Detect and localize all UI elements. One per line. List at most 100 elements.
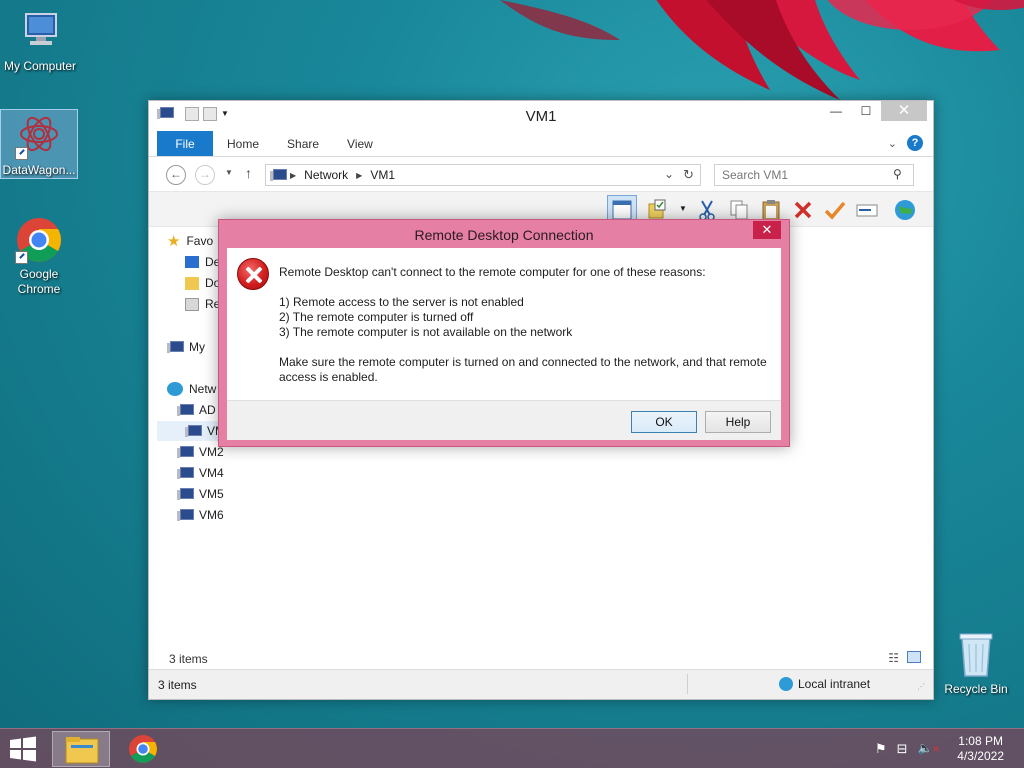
reason-1: 1) Remote access to the server is not en… — [279, 295, 524, 309]
nav-item-vm2[interactable]: VM2 — [177, 442, 224, 462]
computer-icon — [167, 340, 184, 354]
action-center-flag-icon[interactable]: ⚑ — [875, 741, 887, 757]
search-input[interactable]: Search VM1 — [714, 164, 914, 186]
security-zone-label: Local intranet — [798, 677, 871, 691]
network-computer-icon — [177, 487, 194, 501]
nav-item-favorites[interactable]: ★ Favo — [167, 231, 213, 251]
nav-item-my-computer[interactable]: My — [167, 337, 205, 357]
dialog-close-button[interactable]: ✕ — [753, 221, 781, 239]
network-tray-icon[interactable]: ⊟ — [897, 741, 908, 757]
nav-item-label: VM6 — [199, 508, 224, 522]
tab-home[interactable]: Home — [213, 131, 273, 156]
taskbar-chrome[interactable] — [114, 731, 172, 767]
advice-line-1: Make sure the remote computer is turned … — [279, 355, 767, 369]
explorer-titlebar[interactable]: ▼ VM1 — ☐ ✕ — [149, 101, 933, 131]
dialog-body: Remote Desktop can't connect to the remo… — [227, 248, 781, 400]
desktop-icon-label: My Computer — [3, 59, 77, 73]
rename-icon[interactable] — [855, 198, 879, 222]
search-icon: ⚲ — [893, 167, 902, 181]
delete-icon[interactable] — [791, 198, 815, 222]
tab-share[interactable]: Share — [273, 131, 333, 156]
nav-item-vm4[interactable]: VM4 — [177, 463, 224, 483]
nav-item-label: VM2 — [199, 445, 224, 459]
network-computer-icon — [177, 508, 194, 522]
shortcut-arrow-icon — [15, 251, 28, 264]
help-button[interactable]: Help — [705, 411, 771, 433]
refresh-icon[interactable]: ↻ — [683, 167, 694, 183]
chevron-down-icon[interactable]: ▼ — [679, 204, 687, 213]
breadcrumb-network[interactable]: Network — [300, 168, 352, 182]
recent-locations-icon[interactable]: ▼ — [225, 168, 233, 177]
help-icon[interactable]: ? — [907, 135, 923, 151]
view-switcher: ☷ — [888, 651, 921, 665]
nav-item-downloads[interactable]: Do — [185, 273, 220, 293]
chrome-icon — [15, 216, 63, 264]
desktop-icon-my-computer[interactable]: My Computer — [1, 8, 79, 74]
desktop-icon-datawagon[interactable]: DataWagon... — [0, 109, 78, 179]
nav-item-label: Favo — [186, 234, 214, 248]
nav-item-recent[interactable]: Re — [185, 294, 220, 314]
network-computer-icon — [177, 466, 194, 480]
address-row: ← → ▼ ↑ ▶ Network ▶ VM1 ⌄ ↻ Search VM1 ⚲ — [149, 157, 933, 191]
address-bar[interactable]: ▶ Network ▶ VM1 ⌄ ↻ — [265, 164, 701, 186]
forward-button[interactable]: → — [195, 165, 215, 185]
ribbon-right: ⌄ ? — [888, 135, 923, 151]
nav-item-label: Netw — [189, 382, 217, 396]
up-arrow-icon[interactable]: ↑ — [245, 165, 252, 181]
taskbar-file-explorer[interactable] — [52, 731, 110, 767]
network-computer-icon — [177, 403, 194, 417]
status-items: 3 items — [158, 678, 197, 692]
reason-3: 3) The remote computer is not available … — [279, 325, 573, 339]
nav-item-label: AD — [199, 403, 216, 417]
nav-item-vm6[interactable]: VM6 — [177, 505, 224, 525]
system-tray: ⚑ ⊟ 🔈✕ — [875, 741, 940, 757]
nav-item-ad[interactable]: AD — [177, 400, 216, 420]
nav-item-desktop[interactable]: De — [185, 252, 220, 272]
desktop-icon-google-chrome[interactable]: Google Chrome — [0, 216, 78, 297]
maximize-button[interactable]: ☐ — [851, 101, 881, 121]
window-title: VM1 — [525, 108, 557, 125]
resize-grip-icon[interactable]: ⋰ — [917, 682, 925, 691]
back-button[interactable]: ← — [166, 165, 186, 185]
globe-icon[interactable] — [893, 198, 917, 222]
nav-item-label: My — [189, 340, 205, 354]
volume-muted-icon[interactable]: 🔈✕ — [918, 741, 941, 757]
ribbon-tabs: File Home Share View ⌄ ? — [149, 131, 933, 157]
address-dropdown-icon[interactable]: ⌄ — [664, 167, 674, 181]
expand-ribbon-icon[interactable]: ⌄ — [888, 137, 897, 150]
nav-item-network[interactable]: Netw — [167, 379, 216, 399]
breadcrumb-vm1[interactable]: VM1 — [366, 168, 399, 182]
clock-time: 1:08 PM — [958, 734, 1003, 748]
desktop-icon-label: Google Chrome — [17, 267, 61, 296]
nav-item-vm5[interactable]: VM5 — [177, 484, 224, 504]
taskbar-clock[interactable]: 1:08 PM 4/3/2022 — [957, 734, 1004, 764]
nav-item-label: VM4 — [199, 466, 224, 480]
taskbar: ⚑ ⊟ 🔈✕ 1:08 PM 4/3/2022 — [0, 728, 1024, 768]
large-icons-view-icon[interactable] — [907, 651, 921, 663]
reason-2: 2) The remote computer is turned off — [279, 310, 474, 324]
details-view-icon[interactable]: ☷ — [888, 651, 899, 665]
dialog-title: Remote Desktop Connection — [414, 227, 594, 243]
recycle-bin-label: Recycle Bin — [944, 682, 1008, 696]
chrome-icon — [129, 735, 157, 763]
minimize-button[interactable]: — — [821, 101, 851, 121]
nav-item-label: VM5 — [199, 487, 224, 501]
ok-button[interactable]: OK — [631, 411, 697, 433]
network-computer-icon — [177, 445, 194, 459]
close-button[interactable]: ✕ — [881, 101, 927, 121]
error-icon — [237, 258, 269, 290]
start-button[interactable] — [8, 736, 38, 762]
breadcrumb-separator-icon[interactable]: ▶ — [286, 171, 300, 180]
tab-file[interactable]: File — [157, 131, 213, 156]
dialog-titlebar[interactable]: Remote Desktop Connection ✕ — [219, 220, 789, 248]
tab-view[interactable]: View — [333, 131, 387, 156]
network-icon — [167, 382, 183, 396]
status-bar: 3 items Local intranet ⋰ — [149, 669, 933, 699]
breadcrumb-separator-icon[interactable]: ▶ — [352, 171, 366, 180]
desktop-icon-recycle-bin[interactable]: Recycle Bin — [940, 630, 1012, 696]
network-computer-icon — [270, 168, 287, 182]
intranet-globe-icon — [779, 677, 793, 691]
status-divider — [687, 674, 688, 694]
items-count: 3 items — [169, 652, 208, 666]
checkmark-icon[interactable] — [823, 198, 847, 222]
